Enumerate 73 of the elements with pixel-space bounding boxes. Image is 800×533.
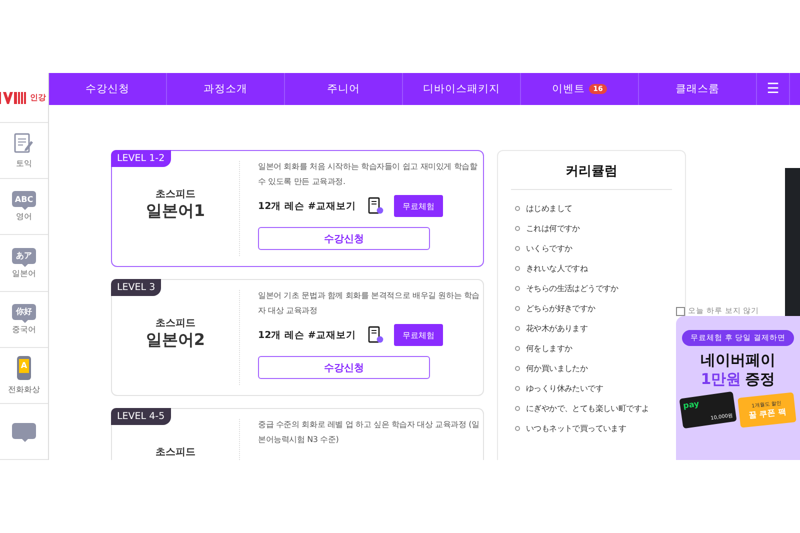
bullet-icon — [515, 346, 520, 350]
curriculum-item: これは何ですか — [526, 222, 580, 234]
bullet-icon — [515, 266, 520, 270]
free-trial-button[interactable]: 무료체험 — [394, 324, 443, 346]
curriculum-item: いくらですか — [526, 242, 572, 254]
logo-text: 인강 — [30, 92, 46, 104]
sidebar-item[interactable]: ABC 영어 — [0, 179, 48, 236]
course-description: 중급 수준의 회화로 레벨 업 하고 싶은 학습자 대상 교육과정 (일본어능력시험 N3 수준) — [258, 419, 480, 446]
speech-bubble-icon: ABC — [12, 191, 36, 208]
apply-button[interactable]: 수강신청 — [258, 356, 430, 379]
nav-item[interactable]: 디바이스패키지 — [403, 73, 521, 105]
nav-label[interactable]: 주니어 — [327, 82, 360, 96]
logo-icon — [0, 92, 28, 104]
course-title: 일본어1 — [146, 201, 206, 222]
apply-button[interactable]: 수강신청 — [258, 227, 430, 250]
nav-item[interactable]: 클래스룸 — [639, 73, 757, 105]
level-tag: LEVEL 1-2 — [111, 150, 171, 167]
nav-label[interactable]: 과정소개 — [204, 82, 248, 96]
menu-button[interactable]: ☰ — [757, 73, 790, 105]
speech-bubble-icon: 你好 — [12, 304, 36, 320]
sidebar-item[interactable]: 你好 중국어 — [0, 292, 48, 348]
curriculum-item: 何をしますか — [526, 342, 572, 354]
bullet-icon — [515, 286, 520, 290]
sidebar-item[interactable]: 토익 — [0, 123, 48, 180]
curriculum-item: 花や木があります — [526, 322, 588, 334]
curriculum-item: 何か買いましたか — [526, 362, 588, 374]
bullet-icon — [515, 366, 520, 370]
curriculum-item: そちらの生活はどうですか — [526, 282, 618, 294]
free-trial-button[interactable]: 무료체험 — [394, 195, 443, 217]
tablet-touch-icon[interactable] — [368, 197, 384, 215]
nav-label[interactable]: 이벤트 — [552, 82, 586, 96]
curriculum-item: どちらが好きですか — [526, 302, 596, 314]
curriculum-item: にぎやかで、とても楽しい町ですよ — [526, 402, 650, 414]
bullet-icon — [515, 226, 520, 230]
banner-headline: 네이버페이 — [700, 351, 776, 370]
bullet-icon — [515, 246, 520, 250]
speech-bubble-icon — [12, 423, 36, 440]
sidebar-item[interactable]: A 전화화상 — [0, 348, 48, 404]
lesson-count[interactable]: 12개 레슨 #교재보기 — [258, 328, 358, 342]
course-description: 일본어 회화를 처음 시작하는 학습자들이 쉽고 재미있게 학습할 수 있도록 만든 교육과정. — [258, 161, 478, 188]
nav-label[interactable]: 클래스룸 — [676, 82, 720, 96]
speech-bubble-icon: あア — [12, 248, 36, 264]
banner-suffix: 증정 — [745, 370, 776, 389]
nav-item[interactable]: 주니어 — [285, 73, 403, 105]
bullet-icon — [515, 206, 520, 210]
bullet-icon — [515, 306, 520, 310]
course-title: 일본어2 — [146, 330, 206, 351]
level-tag: LEVEL 4-5 — [111, 408, 171, 425]
course-subtitle: 초스피드 — [156, 446, 196, 459]
bullet-icon — [515, 426, 520, 430]
curriculum-item: はじめまして — [526, 202, 572, 214]
nav-item[interactable]: 과정소개 — [167, 73, 285, 105]
checkbox[interactable] — [676, 306, 685, 316]
lesson-count[interactable]: 12개 레슨 #교재보기 — [258, 200, 358, 212]
nav-label[interactable]: 디바이스패키지 — [423, 82, 500, 96]
sidebar-item[interactable]: あア 일본어 — [0, 235, 48, 292]
document-pencil-icon — [14, 132, 34, 154]
nav-label[interactable]: 수강신청 — [86, 82, 130, 96]
course-description: 일본어 기초 문법과 함께 회화를 본격적으로 배우길 원하는 학습자 대상 교육과정 — [258, 290, 481, 317]
tablet-touch-icon[interactable] — [368, 326, 384, 344]
bullet-icon — [515, 406, 520, 410]
phone-icon: A — [17, 356, 31, 380]
banner-amount: 1만원 — [700, 370, 742, 389]
nav-item[interactable]: 수강신청 — [49, 73, 167, 105]
course-subtitle: 초스피드 — [156, 317, 196, 330]
curriculum-item: きれいな人ですね — [526, 262, 588, 274]
bullet-icon — [515, 386, 520, 390]
bullet-icon — [515, 326, 520, 330]
curriculum-item: ゆっくり休みたいです — [526, 382, 604, 394]
level-tag: LEVEL 3 — [111, 279, 162, 296]
course-subtitle: 초스피드 — [156, 188, 196, 201]
curriculum-title: 커리큘럼 — [511, 151, 672, 190]
curriculum-item: いつもネットで買っています — [526, 422, 626, 434]
